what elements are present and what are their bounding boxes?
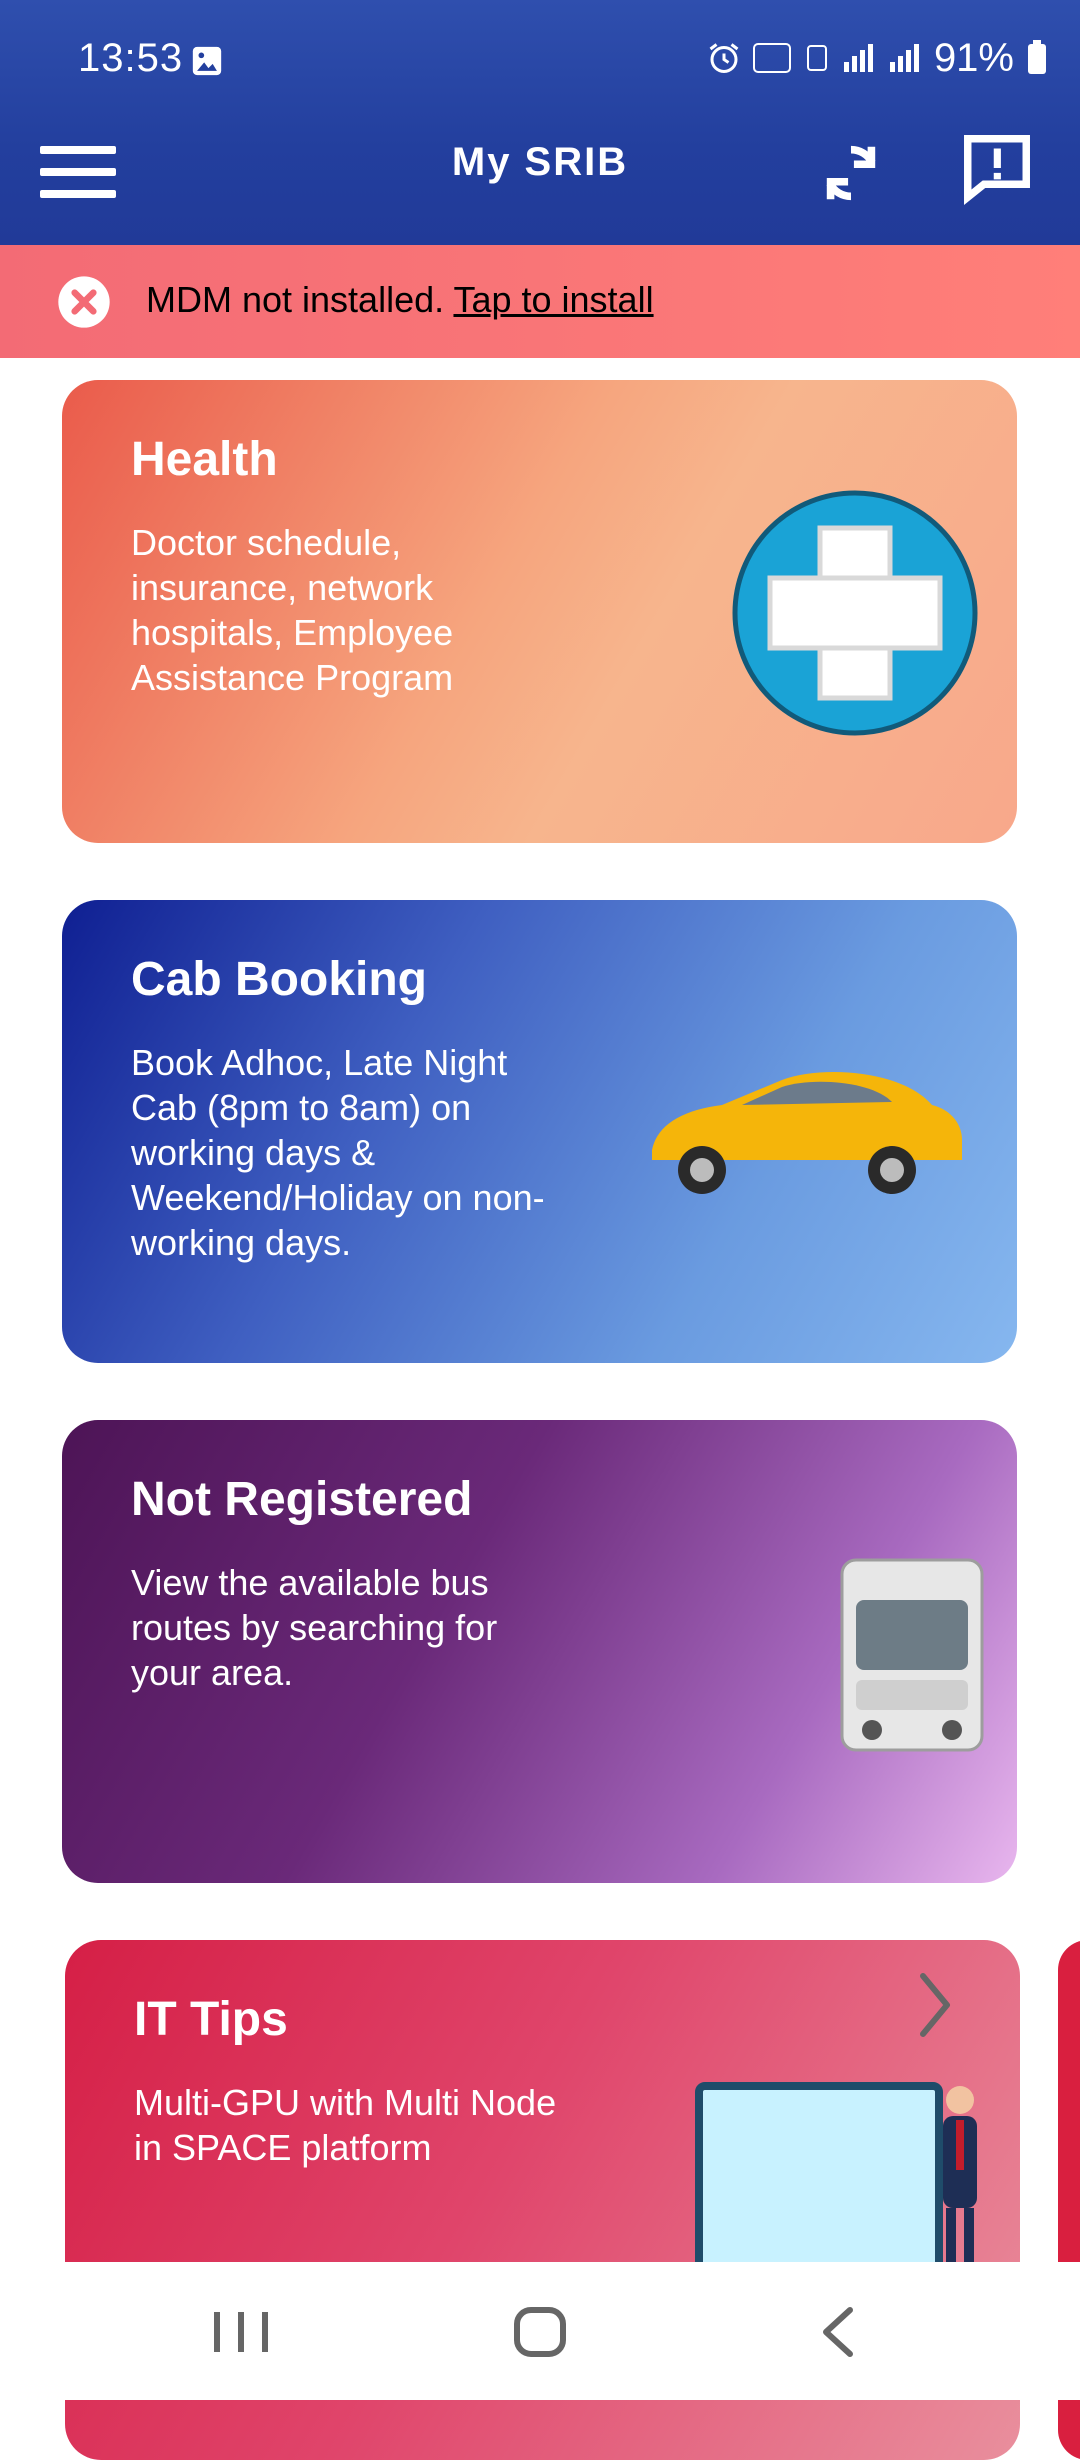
feedback-icon[interactable] xyxy=(958,126,1036,210)
card-description: Multi-GPU with Multi Node in SPACE platf… xyxy=(134,2082,557,2168)
gallery-icon xyxy=(192,46,222,76)
signal-r-icon xyxy=(889,44,919,72)
sync-icon[interactable] xyxy=(816,128,886,218)
status-time: 13:53 xyxy=(78,36,184,80)
volte-icon xyxy=(752,43,791,73)
card-title: Cab Booking xyxy=(131,953,427,1006)
status-bar: 13:53 91% xyxy=(0,0,1080,120)
card-health[interactable]: Health Doctor schedule, insurance, netwo… xyxy=(62,380,1017,843)
card-title: Health xyxy=(131,433,278,486)
alarm-icon xyxy=(709,43,739,73)
battery-percentage: 91% xyxy=(933,35,1014,80)
alert-message-text: MDM not installed. xyxy=(146,279,445,320)
chevron-right-icon[interactable] xyxy=(915,1970,955,2040)
presentation-icon xyxy=(695,2082,943,2284)
home-icon[interactable] xyxy=(505,2302,575,2362)
4g-icon xyxy=(806,45,827,71)
card-description: Doctor schedule, insurance, network hosp… xyxy=(131,522,454,698)
card-not-registered[interactable]: Not Registered View the available bus ro… xyxy=(62,1420,1017,1883)
battery-icon xyxy=(1028,40,1046,74)
taxi-car-icon xyxy=(652,1072,962,1194)
card-title: IT Tips xyxy=(134,1993,288,2046)
card-title: Not Registered xyxy=(131,1473,473,1526)
system-navbar xyxy=(0,2262,1080,2400)
top-bar: 13:53 91% My SRIB xyxy=(0,0,1080,245)
card-cab-booking[interactable]: Cab Booking Book Adhoc, Late Night Cab (… xyxy=(62,900,1017,1363)
card-description: Book Adhoc, Late Night Cab (8pm to 8am) … xyxy=(131,1042,545,1263)
medical-cross-icon xyxy=(732,490,978,736)
person-icon xyxy=(943,2086,977,2280)
card-description: View the available bus routes by searchi… xyxy=(131,1562,498,1693)
status-right: 91% xyxy=(706,36,1050,80)
app-bar: My SRIB xyxy=(0,120,1080,245)
signal-icon xyxy=(843,44,873,72)
tap-to-install-link[interactable]: Tap to install xyxy=(453,279,653,320)
page-title: My SRIB xyxy=(451,140,629,184)
close-circle-icon[interactable] xyxy=(56,274,112,330)
alert-message: MDM not installed. Tap to install xyxy=(146,279,654,321)
back-icon[interactable] xyxy=(806,2302,876,2362)
bus-icon xyxy=(840,1558,984,1752)
recent-apps-icon[interactable] xyxy=(206,2302,276,2362)
